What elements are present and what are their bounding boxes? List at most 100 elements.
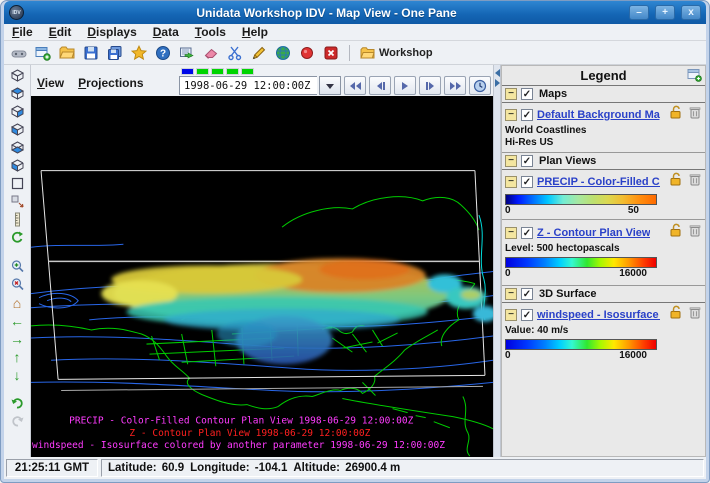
step-back-button[interactable] [369,76,391,95]
surface-visibility-checkbox[interactable]: ✓ [521,288,533,300]
float-legend-icon[interactable] [687,68,702,87]
clock-icon [473,79,487,93]
latitude-label: Latitude: [108,462,157,474]
support-form-icon[interactable] [178,44,195,61]
transform-icon[interactable] [8,193,26,210]
time-field[interactable]: 1998-06-29 12:00:00Z [179,76,317,95]
zoom-in-icon[interactable] [8,258,26,275]
lock-icon[interactable] [668,172,683,191]
help-icon[interactable]: ? [154,44,171,61]
status-position: Latitude: 60.9 Longitude: -104.1 Altitud… [101,459,704,477]
time-step[interactable] [226,68,239,75]
title-bar[interactable]: IDV Unidata Workshop IDV - Map View - On… [4,1,706,24]
menu-displays[interactable]: Displays [87,25,136,39]
windspeed-isosurface-link[interactable]: windspeed - Isosurface ... [537,309,660,321]
globe-icon[interactable] [274,44,291,61]
go-to-end-button[interactable] [444,76,466,95]
collapse-maps-button[interactable]: − [505,88,517,100]
animation-properties-button[interactable] [469,76,491,95]
pan-up-icon[interactable]: ↑ [8,348,26,365]
edit-pencil-icon[interactable] [250,44,267,61]
menu-file[interactable]: File [12,25,33,39]
collapse-item-button[interactable]: − [505,176,517,188]
collapse-plan-views-button[interactable]: − [505,155,517,167]
view-south-cube-icon[interactable] [8,139,26,156]
menu-data[interactable]: Data [153,25,179,39]
view-top-cube-icon[interactable] [8,67,26,84]
panel-splitter[interactable] [493,65,501,457]
collapse-item-button[interactable]: − [505,227,517,239]
new-window-icon[interactable] [34,44,51,61]
time-step[interactable] [241,68,254,75]
precip-colorbar[interactable] [505,194,657,205]
collapse-item-button[interactable]: − [505,309,517,321]
item-visibility-checkbox[interactable]: ✓ [521,227,533,239]
pan-left-icon[interactable]: ← [8,312,26,329]
workshop-label: Workshop [379,47,433,59]
view-west-cube-icon[interactable] [8,157,26,174]
trash-icon[interactable] [687,223,702,242]
map-layer-label: World Coastlines [502,125,705,137]
play-button[interactable] [394,76,416,95]
map-3d-canvas[interactable]: PRECIP - Color-Filled Contour Plan View … [31,96,493,457]
cut-scissors-icon[interactable] [226,44,243,61]
step-forward-button[interactable] [419,76,441,95]
item-visibility-checkbox[interactable]: ✓ [521,109,533,121]
time-step[interactable] [196,68,209,75]
maps-visibility-checkbox[interactable]: ✓ [521,88,533,100]
trash-icon[interactable] [687,105,702,124]
maximize-button[interactable]: + [655,5,675,20]
favorites-star-icon[interactable] [130,44,147,61]
view-bottom-cube-icon[interactable] [8,85,26,102]
close-button[interactable]: x [681,5,701,20]
workshop-button[interactable]: Workshop [360,46,433,60]
pan-down-icon[interactable]: ↓ [8,366,26,383]
save-as-icon[interactable] [106,44,123,61]
collapse-right-icon[interactable] [495,79,500,87]
time-step-boxes[interactable] [181,68,254,75]
windspeed-colorbar[interactable] [505,339,657,350]
default-background-maps-link[interactable]: Default Background Maps [537,109,660,121]
item-visibility-checkbox[interactable]: ✓ [521,309,533,321]
pan-right-icon[interactable]: → [8,330,26,347]
collapse-left-icon[interactable] [495,69,500,77]
trash-icon[interactable] [687,172,702,191]
view-north-cube-icon[interactable] [8,103,26,120]
z-colorbar[interactable] [505,257,657,268]
status-bar: 21:25:11 GMT Latitude: 60.9 Longitude: -… [4,457,706,479]
minimize-button[interactable]: – [629,5,649,20]
menu-help[interactable]: Help [242,25,268,39]
view-east-cube-icon[interactable] [8,121,26,138]
redo-icon[interactable] [8,413,26,430]
lock-icon[interactable] [668,305,683,324]
eraser-icon[interactable] [202,44,219,61]
view-2d-icon[interactable] [8,175,26,192]
rotate-icon[interactable] [8,229,26,246]
open-folder-icon[interactable] [58,44,75,61]
save-icon[interactable] [82,44,99,61]
home-icon[interactable]: ⌂ [8,294,26,311]
trash-icon[interactable] [687,305,702,324]
precip-display-link[interactable]: PRECIP - Color-Filled Co... [537,176,660,188]
z-contour-link[interactable]: Z - Contour Plan View [537,227,650,239]
menu-edit[interactable]: Edit [49,25,72,39]
exit-icon[interactable] [322,44,339,61]
menu-tools[interactable]: Tools [195,25,226,39]
menu-projections[interactable]: Projections [78,76,143,95]
time-dropdown-button[interactable] [319,76,341,95]
lock-icon[interactable] [668,223,683,242]
zoom-out-icon[interactable] [8,276,26,293]
item-visibility-checkbox[interactable]: ✓ [521,176,533,188]
time-step-selected[interactable] [181,68,194,75]
collapse-3d-surface-button[interactable]: − [505,288,517,300]
time-step[interactable] [211,68,224,75]
record-icon[interactable] [298,44,315,61]
menu-view[interactable]: View [37,76,64,95]
lock-icon[interactable] [668,105,683,124]
go-to-start-button[interactable] [344,76,366,95]
ruler-icon[interactable] [8,211,26,228]
collapse-item-button[interactable]: − [505,109,517,121]
undo-icon[interactable] [8,395,26,412]
dashboard-icon[interactable] [10,44,27,61]
plan-views-visibility-checkbox[interactable]: ✓ [521,155,533,167]
